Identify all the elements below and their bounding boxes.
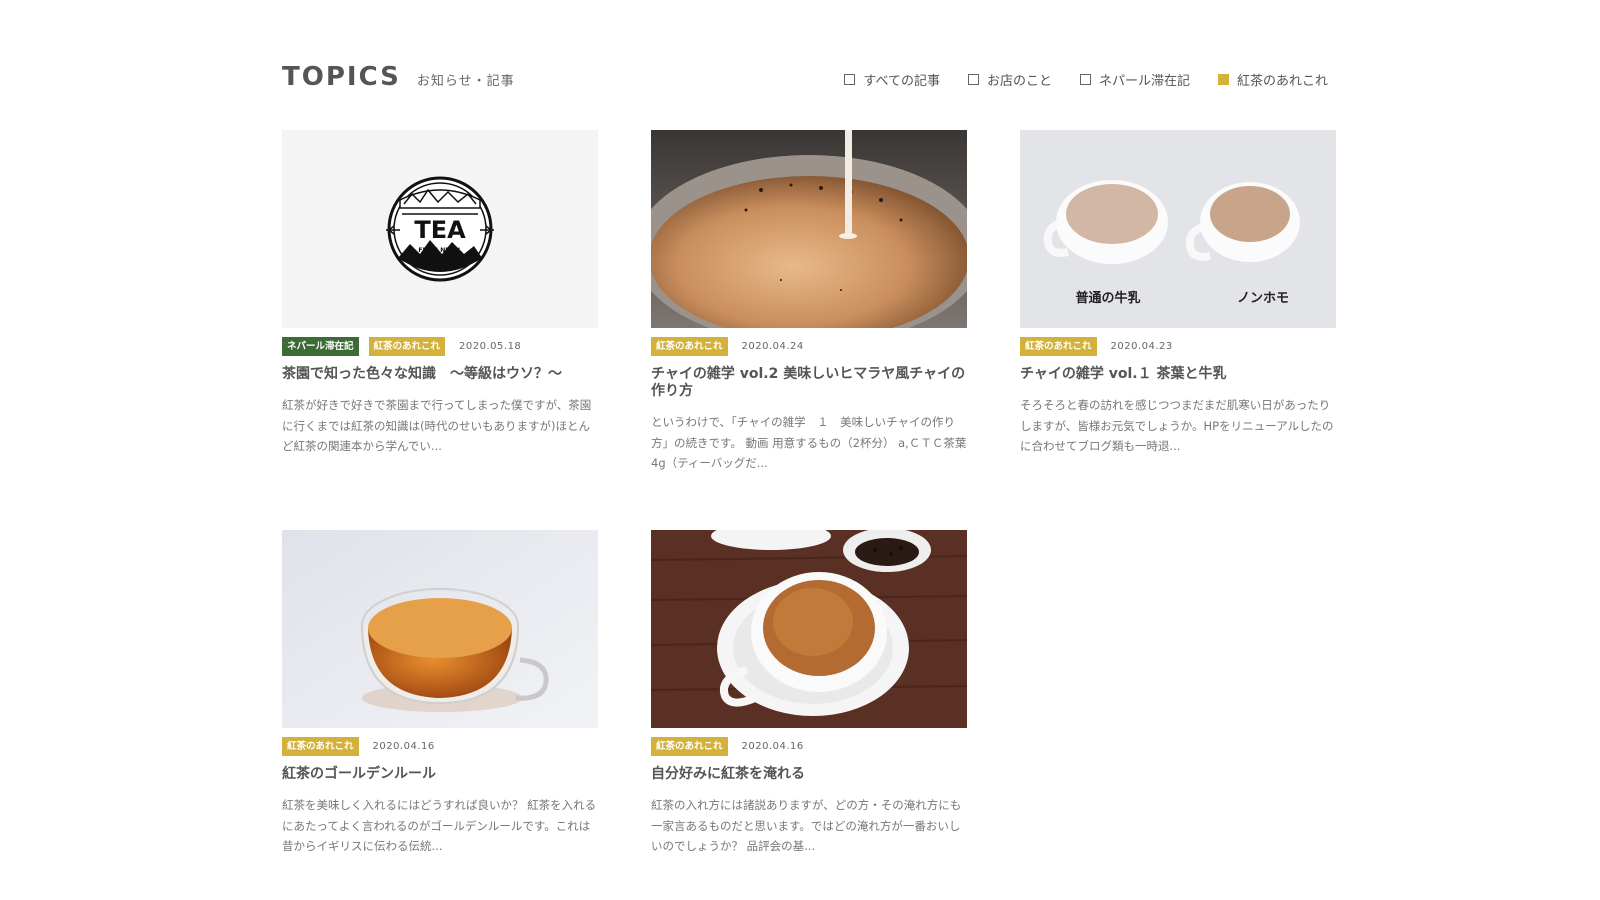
filter-label: 紅茶のあれこれ — [1236, 74, 1328, 89]
post-date: 2020.04.16 — [741, 741, 804, 752]
article-thumbnail[interactable]: 普通の牛乳 ノンホモ — [1020, 130, 1336, 328]
article-excerpt: 紅茶が好きで好きで茶園まで行ってしまった僕ですが、茶園に行くまでは紅茶の知識は(… — [282, 398, 592, 453]
checkbox-icon[interactable] — [967, 74, 979, 85]
article-excerpt: というわけで、「チャイの雑学 １ 美味しいチャイの作り方」の続きです。 動画 用… — [651, 415, 967, 470]
page-title: TOPICS — [282, 62, 401, 92]
checkbox-icon[interactable] — [1079, 74, 1091, 85]
article-card: 普通の牛乳 ノンホモ 紅茶のあれこれ 2020.04.23 チャイの雑学 vol… — [1020, 130, 1336, 457]
logo-subtext: FROM NEPAL — [418, 247, 461, 254]
tea-logo-image: TEA FROM NEPAL — [282, 130, 598, 328]
category-tag[interactable]: ネパール滞在記 — [282, 337, 359, 356]
post-date: 2020.04.24 — [741, 341, 804, 352]
filter-about-shop[interactable]: お店のこと — [967, 70, 1052, 89]
article-title[interactable]: 紅茶のゴールデンルール — [282, 766, 598, 783]
filter-label: すべての記事 — [863, 74, 940, 89]
filter-all-articles[interactable]: すべての記事 — [844, 70, 940, 89]
category-tag[interactable]: 紅茶のあれこれ — [651, 737, 728, 756]
article-thumbnail[interactable]: TEA FROM NEPAL — [282, 130, 598, 328]
filter-tea-topics[interactable]: 紅茶のあれこれ — [1217, 70, 1328, 89]
brand: TOPICS お知らせ・記事 — [282, 62, 515, 92]
article-card: 紅茶のあれこれ 2020.04.16 自分好みに紅茶を淹れる 紅茶の入れ方には諸… — [651, 530, 967, 857]
article-title[interactable]: チャイの雑学 vol.１ 茶葉と牛乳 — [1020, 366, 1336, 383]
article-meta: 紅茶のあれこれ 2020.04.16 — [282, 737, 598, 756]
article-thumbnail[interactable] — [282, 530, 598, 728]
filter-label: お店のこと — [986, 74, 1052, 89]
filter-label: ネパール滞在記 — [1098, 74, 1190, 89]
pot-chai-icon — [651, 130, 967, 328]
two-cups-icon: 普通の牛乳 ノンホモ — [1020, 130, 1336, 328]
glass-cup-icon — [282, 530, 598, 728]
checkbox-checked-icon[interactable] — [1217, 74, 1229, 85]
post-date: 2020.04.16 — [372, 741, 435, 752]
article-card: 紅茶のあれこれ 2020.04.16 紅茶のゴールデンルール 紅茶を美味しく入れ… — [282, 530, 598, 857]
teacup-wood-icon — [651, 530, 967, 728]
page-subtitle: お知らせ・記事 — [416, 74, 515, 89]
article-excerpt: 紅茶を美味しく入れるにはどうすれば良いか？ 紅茶を入れるにあたってよく言われるの… — [282, 798, 597, 853]
photo-label: 普通の牛乳 — [1075, 290, 1140, 306]
article-title[interactable]: 茶園で知った色々な知識 〜等級はウソ？〜 — [282, 366, 598, 383]
topics-header: TOPICS お知らせ・記事 すべての記事 お店のこと ネパール滞在記 紅茶のあ… — [282, 60, 1328, 96]
article-meta: ネパール滞在記 紅茶のあれこれ 2020.05.18 — [282, 337, 598, 356]
article-meta: 紅茶のあれこれ 2020.04.23 — [1020, 337, 1336, 356]
article-excerpt: そろそろと春の訪れを感じつつまだまだ肌寒い日があったりしますが、皆様お元気でしょ… — [1020, 398, 1334, 453]
category-filters: すべての記事 お店のこと ネパール滞在記 紅茶のあれこれ — [816, 70, 1328, 89]
article-excerpt: 紅茶の入れ方には諸説ありますが、どの方・その淹れ方にも一家言あるものだと思います… — [651, 798, 962, 853]
photo-label: ノンホモ — [1237, 291, 1289, 306]
article-card: 紅茶のあれこれ 2020.04.24 チャイの雑学 vol.2 美味しいヒマラヤ… — [651, 130, 967, 474]
article-meta: 紅茶のあれこれ 2020.04.24 — [651, 337, 967, 356]
article-title[interactable]: 自分好みに紅茶を淹れる — [651, 766, 967, 783]
article-thumbnail[interactable] — [651, 130, 967, 328]
logo-text: TEA — [414, 216, 466, 244]
post-date: 2020.05.18 — [459, 341, 522, 352]
checkbox-icon[interactable] — [844, 74, 856, 85]
category-tag[interactable]: 紅茶のあれこれ — [282, 737, 359, 756]
category-tag[interactable]: 紅茶のあれこれ — [368, 337, 446, 356]
article-meta: 紅茶のあれこれ 2020.04.16 — [651, 737, 967, 756]
filter-nepal-diary[interactable]: ネパール滞在記 — [1079, 70, 1190, 89]
category-tag[interactable]: 紅茶のあれこれ — [651, 337, 728, 356]
article-card: TEA FROM NEPAL ネパール滞在記 紅茶のあれこれ 2020.05.1… — [282, 130, 598, 457]
post-date: 2020.04.23 — [1110, 341, 1173, 352]
article-title[interactable]: チャイの雑学 vol.2 美味しいヒマラヤ風チャイの作り方 — [651, 366, 967, 400]
article-thumbnail[interactable] — [651, 530, 967, 728]
category-tag[interactable]: 紅茶のあれこれ — [1020, 337, 1097, 356]
